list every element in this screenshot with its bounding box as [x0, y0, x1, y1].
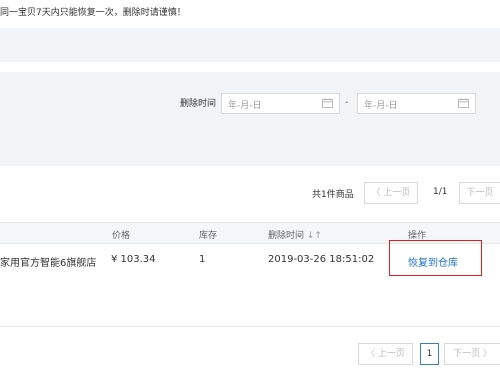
toolbar-band — [0, 28, 500, 62]
prev-page-button-bottom[interactable]: 〈 上一页 — [358, 343, 413, 365]
row-price: ¥ 103.34 — [111, 254, 156, 265]
divider — [0, 326, 500, 327]
notice-text: 同一宝贝7天内只能恢复一次，删除时请谨慎！ — [0, 8, 186, 18]
col-price: 价格 — [112, 231, 131, 241]
page-indicator: 1/1 — [433, 187, 448, 197]
col-deleted-time[interactable]: 删除时间 ↓↑ — [268, 228, 322, 241]
row-shop-name: 家用官方智能6旗舰店 — [0, 258, 97, 269]
delete-time-label: 删除时间 — [180, 99, 217, 109]
current-page-button[interactable]: 1 — [420, 343, 439, 365]
highlight-box — [389, 240, 482, 276]
col-stock: 库存 — [199, 231, 218, 241]
start-date-input[interactable]: 年-月-日 — [221, 93, 340, 114]
filter-panel — [0, 72, 500, 166]
end-date-placeholder: 年-月-日 — [364, 101, 398, 111]
start-date-placeholder: 年-月-日 — [228, 101, 262, 111]
item-count: 共1件商品 — [312, 190, 354, 200]
row-stock: 1 — [199, 254, 206, 265]
next-page-button-top[interactable]: 下一页 — [459, 182, 500, 204]
prev-page-button-top[interactable]: 〈 上一页 — [364, 182, 418, 204]
date-range-separator: - — [345, 97, 349, 108]
sort-icon[interactable]: ↓↑ — [307, 231, 322, 241]
next-page-button-bottom[interactable]: 下一页 〉 — [444, 343, 500, 365]
row-deleted-time: 2019-03-26 18:51:02 — [268, 254, 375, 265]
end-date-input[interactable]: 年-月-日 — [357, 93, 476, 114]
calendar-icon[interactable] — [322, 98, 333, 108]
calendar-icon[interactable] — [458, 98, 469, 108]
col-deleted-time-label: 删除时间 — [268, 231, 305, 241]
